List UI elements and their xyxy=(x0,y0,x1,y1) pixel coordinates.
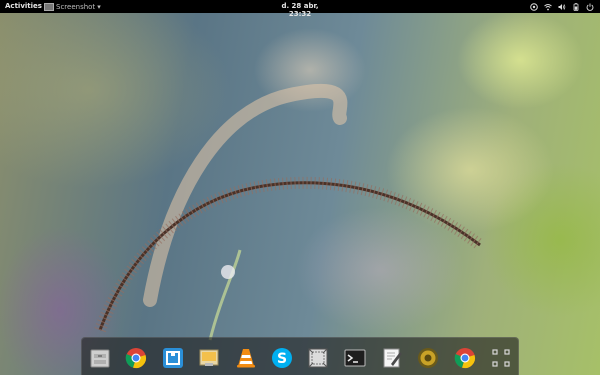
svg-text:S: S xyxy=(277,351,287,367)
vlc-cone-icon[interactable] xyxy=(234,346,258,370)
system-tray[interactable] xyxy=(530,1,594,12)
window-app-icon[interactable] xyxy=(161,346,185,370)
accessibility-icon[interactable] xyxy=(530,2,538,11)
wifi-icon[interactable] xyxy=(544,3,552,11)
dash-dock: S xyxy=(81,337,519,375)
desktop-wallpaper xyxy=(0,0,600,375)
terminal-icon[interactable] xyxy=(343,346,367,370)
app-menu[interactable]: Screenshot ▾ xyxy=(44,1,101,12)
app-grid-icon[interactable] xyxy=(489,346,513,370)
screenshot-app-icon xyxy=(44,2,54,11)
file-cabinet-icon[interactable] xyxy=(88,346,112,370)
clock[interactable]: d. 28 abr, 23:32 xyxy=(270,2,330,18)
top-bar: Activities Screenshot ▾ d. 28 abr, 23:32 xyxy=(0,0,600,18)
activities-button[interactable]: Activities xyxy=(5,2,42,10)
screenshot-tool-icon[interactable] xyxy=(306,346,330,370)
app-menu-label: Screenshot xyxy=(56,2,96,11)
image-viewer-icon[interactable] xyxy=(197,346,221,370)
chrome-icon[interactable] xyxy=(453,346,477,370)
skype-icon[interactable]: S xyxy=(270,346,294,370)
chrome-icon[interactable] xyxy=(124,346,148,370)
chevron-down-icon: ▾ xyxy=(97,2,101,11)
power-menu-icon[interactable] xyxy=(586,3,594,11)
text-editor-icon[interactable] xyxy=(380,346,404,370)
volume-icon[interactable] xyxy=(558,3,566,11)
speaker-icon[interactable] xyxy=(416,346,440,370)
battery-icon[interactable] xyxy=(572,2,580,11)
